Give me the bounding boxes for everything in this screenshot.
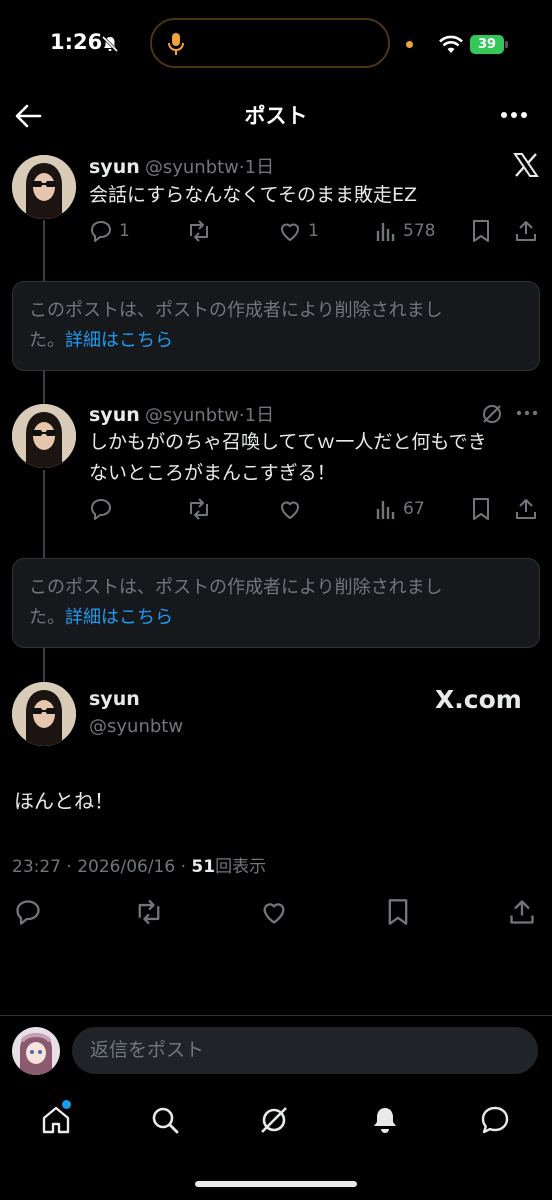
views-button[interactable]: 578: [375, 219, 435, 243]
wifi-icon: [439, 35, 463, 53]
share-button[interactable]: [514, 497, 538, 521]
recording-dot: [406, 41, 413, 48]
bell-icon[interactable]: [369, 1104, 401, 1136]
reply-button[interactable]: 1: [89, 219, 130, 243]
deleted-post-notice: このポストは、ポストの作成者により削除されまし た。詳細はこちら: [12, 281, 540, 371]
battery-indicator: 39: [470, 35, 504, 54]
microphone-icon: [168, 33, 184, 55]
bookmark-button[interactable]: [471, 219, 491, 243]
author-name[interactable]: syun: [89, 156, 140, 178]
views-icon: [376, 501, 395, 519]
bookmark-button[interactable]: [471, 497, 491, 521]
post-meta: 23:27 · 2026/06/16 · 51回表示: [12, 852, 266, 877]
status-bar: 1:26 39: [0, 0, 552, 90]
repost-button[interactable]: [186, 219, 212, 243]
notification-dot: [62, 1100, 71, 1109]
author-handle[interactable]: @syunbtw: [145, 405, 239, 426]
reply-count: 1: [119, 221, 130, 241]
deleted-notice-text: このポストは、ポストの作成者により削除されまし: [29, 300, 443, 321]
post-actions: 67: [89, 497, 539, 525]
bell-off-icon: [101, 35, 119, 53]
views-button[interactable]: 67: [375, 497, 425, 521]
author-name[interactable]: syun: [89, 688, 140, 710]
avatar[interactable]: [12, 404, 76, 468]
more-icon[interactable]: [516, 410, 538, 416]
divider: [0, 1015, 552, 1016]
avatar[interactable]: [12, 682, 76, 746]
repost-icon[interactable]: [134, 898, 164, 926]
share-icon: [516, 499, 536, 519]
views-icon: [376, 223, 395, 241]
post-age: 1日: [244, 405, 275, 426]
like-button[interactable]: 1: [278, 219, 319, 243]
bookmark-icon: [473, 498, 489, 520]
search-icon[interactable]: [149, 1104, 181, 1136]
deleted-notice-text-end: た。: [29, 330, 65, 351]
my-avatar[interactable]: [12, 1027, 60, 1075]
views-label: 回表示: [215, 857, 267, 877]
home-indicator: [195, 1181, 357, 1187]
reply-input[interactable]: 返信をポスト: [72, 1027, 538, 1074]
thread-line: [43, 648, 45, 682]
avatar[interactable]: [12, 155, 76, 219]
deleted-notice-text: このポストは、ポストの作成者により削除されまし: [29, 577, 443, 598]
post-text: しかもがのちゃ召喚しててｗ一人だと何もでき ないところがまんこすぎる！: [89, 431, 487, 484]
main-post-text: ほんとね！: [14, 789, 114, 813]
views-count: 67: [403, 499, 425, 519]
reply-icon: [91, 499, 111, 520]
grok-icon[interactable]: [481, 403, 503, 425]
grok-icon[interactable]: [258, 1104, 290, 1136]
post-actions: 1 1 578: [89, 219, 539, 247]
post-timestamp: 23:27 · 2026/06/16 ·: [12, 857, 192, 877]
dynamic-island: [150, 18, 390, 68]
nav-home[interactable]: [40, 1100, 72, 1136]
like-count: 1: [308, 221, 319, 241]
more-icon[interactable]: [500, 110, 528, 120]
author-handle[interactable]: @syunbtw: [89, 716, 183, 737]
status-time: 1:26: [50, 30, 103, 54]
page-title: ポスト: [244, 104, 308, 128]
author-name[interactable]: syun: [89, 404, 140, 426]
bookmark-icon: [473, 220, 489, 242]
x-logo-icon: [513, 153, 539, 177]
share-icon: [516, 221, 536, 241]
views-count: 578: [403, 221, 436, 241]
thread-line: [43, 370, 45, 404]
reply-icon[interactable]: [14, 898, 42, 926]
thread-line: [43, 220, 45, 282]
like-button[interactable]: [278, 497, 302, 521]
reply-button[interactable]: [89, 497, 113, 521]
share-icon[interactable]: [508, 898, 536, 926]
views-count: 51: [191, 857, 216, 877]
bottom-nav: [0, 1098, 552, 1143]
learn-more-link[interactable]: 詳細はこちら: [65, 607, 173, 628]
post-text: 会話にすらなんなくてそのまま敗走EZ: [89, 184, 418, 206]
repost-icon: [190, 498, 208, 520]
learn-more-link[interactable]: 詳細はこちら: [65, 330, 173, 351]
author-handle[interactable]: @syunbtw: [145, 157, 239, 178]
post-age: 1日: [244, 157, 275, 178]
deleted-notice-text-end: た。: [29, 607, 65, 628]
like-icon: [281, 501, 299, 519]
reply-icon: [91, 221, 111, 242]
deleted-post-notice: このポストは、ポストの作成者により削除されまし た。詳細はこちら: [12, 558, 540, 648]
thread-line: [43, 470, 45, 560]
like-icon: [281, 223, 299, 241]
like-icon[interactable]: [260, 898, 288, 926]
messages-icon[interactable]: [479, 1104, 511, 1136]
repost-button[interactable]: [186, 497, 212, 521]
brand-watermark: X.com: [435, 685, 522, 714]
battery-cap: [505, 41, 508, 48]
main-post-actions: [12, 898, 540, 926]
repost-icon: [190, 220, 208, 242]
bookmark-icon[interactable]: [386, 898, 410, 926]
share-button[interactable]: [514, 219, 538, 243]
